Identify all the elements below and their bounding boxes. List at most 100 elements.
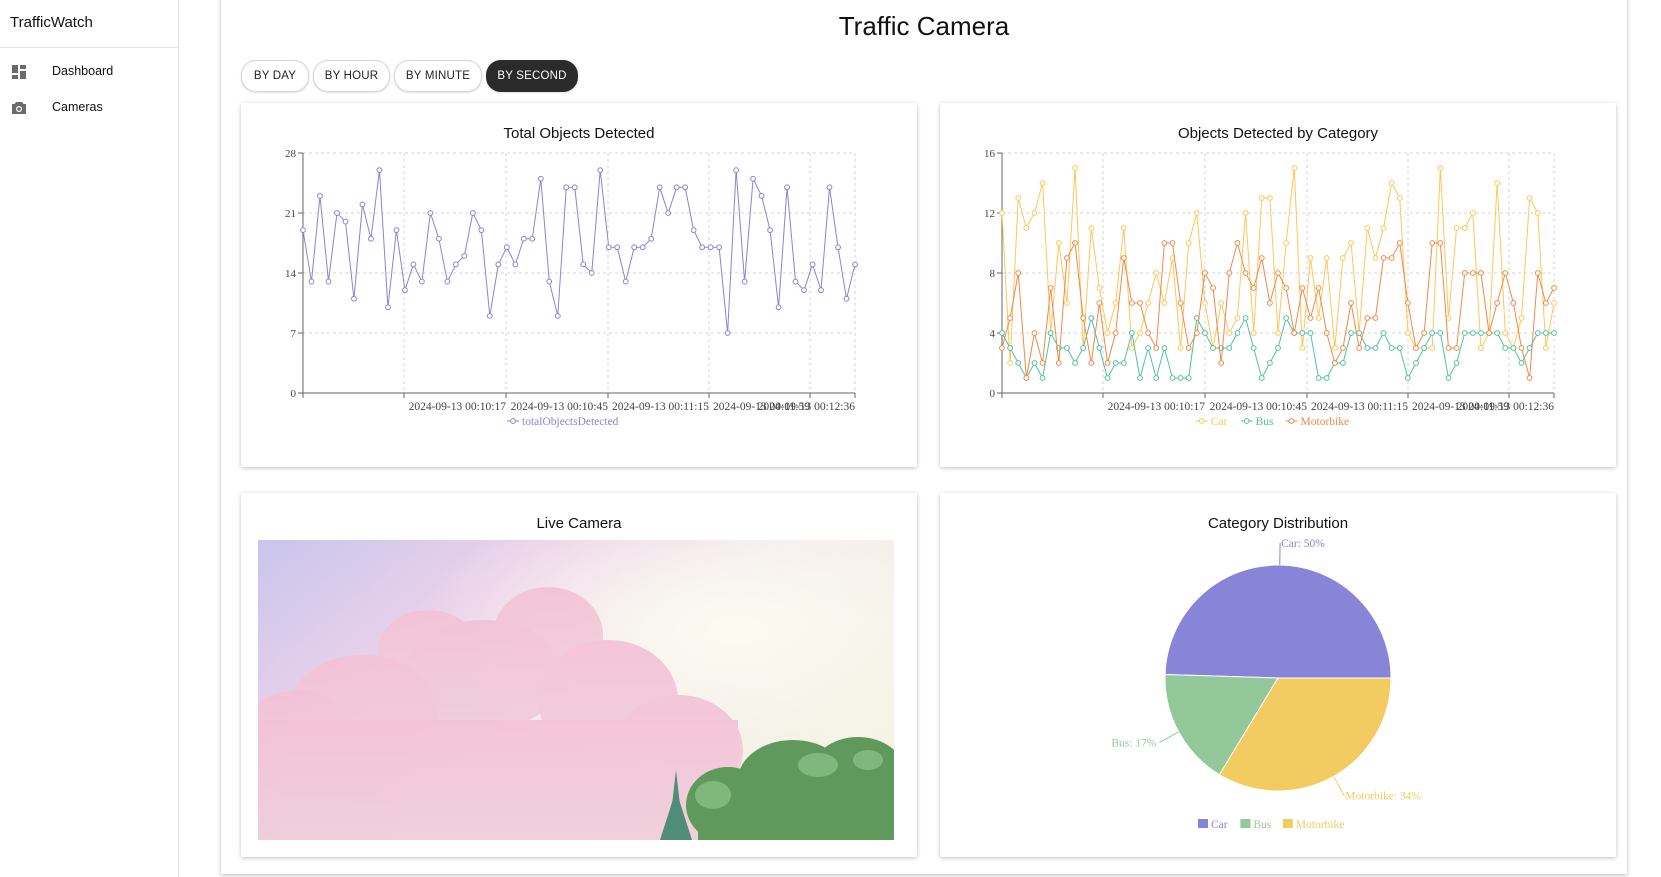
data-point [809,261,816,268]
data-point [444,278,451,285]
data-point [597,167,604,174]
data-point [1031,360,1038,366]
legend-label: Motorbike [1296,819,1345,831]
category-objects-card: Objects Detected by Category 0 4 8 12 16 2024… [940,103,1616,467]
data-point [792,278,799,285]
data-point [1323,255,1330,261]
data-point [1323,375,1330,381]
data-point [1145,345,1152,351]
data-point [758,192,765,199]
data-point [580,261,587,268]
by-second-button[interactable]: BY SECOND [486,60,578,92]
data-point [427,210,434,216]
data-point [1120,225,1127,231]
sidebar-item-cameras[interactable]: Cameras [0,90,178,124]
data-point [1315,315,1322,321]
sidebar-item-label: Dashboard [52,64,114,78]
data-point [724,330,731,336]
data-point [1153,270,1160,276]
data-point [1307,330,1314,336]
data-point [495,261,502,268]
data-point [1534,270,1541,276]
data-point [1429,345,1436,351]
data-point [1299,330,1306,336]
data-point [1064,345,1070,351]
app-brand: TrafficWatch [0,0,178,48]
data-point [1315,285,1322,291]
data-point [1128,300,1135,306]
data-point [1275,270,1281,276]
data-point [469,210,476,216]
data-point [1015,270,1022,276]
legend-swatch [1282,819,1293,828]
live-camera-card: Live Camera [241,493,917,857]
data-point [1055,360,1062,366]
data-point [1039,360,1046,366]
data-point [1104,360,1111,366]
data-point [1502,270,1509,276]
data-point [775,304,782,311]
data-point [588,270,595,276]
data-point [631,244,638,251]
data-point [639,244,646,251]
page-title: Traffic Camera [838,11,1010,41]
y-tick-label: 4 [990,328,996,340]
data-point [1526,375,1533,381]
y-tick-label: 21 [285,208,296,220]
pie-label-line [1159,731,1179,743]
data-point [716,244,723,251]
data-point [334,210,340,216]
data-point [1104,330,1111,336]
legend-label: Motorbike [1301,416,1350,428]
by-hour-button[interactable]: BY HOUR [313,60,390,92]
data-point [750,175,756,182]
data-point [1307,315,1314,321]
data-point [1137,375,1143,381]
data-point [1340,255,1346,261]
data-point [1023,225,1030,231]
data-point [1193,210,1200,216]
by-minute-button[interactable]: BY MINUTE [394,60,482,92]
data-point [1202,270,1208,276]
data-point [1542,345,1549,351]
data-point [1461,225,1468,231]
data-point [1518,360,1525,366]
live-camera-feed [258,540,894,840]
data-point [1348,240,1354,246]
data-point [512,261,519,268]
data-point [835,244,841,251]
pie-slice [1164,564,1392,679]
data-point [1429,240,1436,246]
data-point [1047,285,1054,291]
data-point [1331,360,1338,366]
data-point [1137,330,1143,336]
sidebar-item-dashboard[interactable]: Dashboard [0,54,178,88]
data-point [1478,345,1484,351]
data-point [1258,375,1265,381]
legend-point-icon [1243,418,1250,424]
data-point [656,184,663,191]
data-point [1047,330,1054,336]
data-point [1502,345,1509,351]
data-point [1088,225,1095,231]
data-point [461,252,468,259]
data-point [418,278,425,285]
category-objects-chart: 0 4 8 12 16 2024-09-13 00:10:17 2024-09-13 00:… [984,148,1557,428]
data-point [1445,345,1452,351]
data-point [1461,330,1468,336]
data-point [1291,165,1298,171]
data-point [1242,315,1249,321]
data-point [622,278,629,285]
data-point [1356,345,1363,351]
data-point [1380,330,1387,336]
data-point [1007,345,1014,351]
category-distribution-card: Category Distribution Car: 50% Bus: 17% Mo… [940,493,1616,857]
data-point [1177,375,1184,381]
by-day-button[interactable]: BY DAY [241,60,309,92]
data-point [1275,330,1281,336]
y-tick-label: 16 [984,148,996,160]
data-point [1226,330,1233,336]
data-point [435,235,442,242]
data-point [486,312,493,319]
total-objects-chart: 0 7 14 21 28 2024-09-13 00:10:17 2024-09-13 00… [285,148,858,428]
